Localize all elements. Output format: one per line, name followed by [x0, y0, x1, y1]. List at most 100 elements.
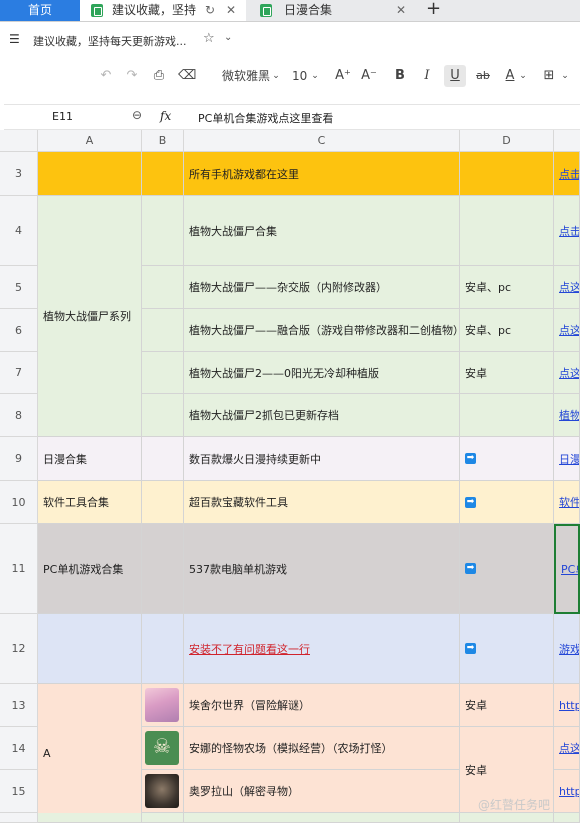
cell[interactable]: http: [554, 684, 580, 727]
cell[interactable]: [38, 813, 142, 823]
home-tab[interactable]: 首页: [0, 0, 80, 21]
cell-link[interactable]: PC单: [561, 561, 578, 577]
merged-cell[interactable]: A: [38, 684, 142, 823]
cell[interactable]: 游戏: [554, 614, 580, 684]
row-header[interactable]: 8: [0, 394, 38, 437]
cell[interactable]: 点这: [554, 266, 580, 309]
cell-link[interactable]: 点这: [559, 740, 579, 756]
shrink-font-button[interactable]: A⁻: [360, 60, 378, 92]
cell[interactable]: [142, 266, 184, 309]
clear-format-icon[interactable]: ⌫: [178, 60, 196, 92]
chevron-down-icon[interactable]: ⌄: [310, 60, 320, 92]
cell[interactable]: [38, 614, 142, 684]
row-header[interactable]: 15: [0, 770, 38, 813]
tab-document[interactable]: 建议收藏，坚持 ↻ ✕: [80, 0, 246, 21]
row-header[interactable]: 6: [0, 309, 38, 352]
cell[interactable]: ➡: [460, 614, 554, 684]
cell[interactable]: ➡: [460, 524, 554, 614]
cell[interactable]: [460, 152, 554, 196]
row-header[interactable]: 5: [0, 266, 38, 309]
cell[interactable]: [460, 196, 554, 266]
font-name-select[interactable]: 微软雅黑: [215, 60, 277, 92]
cell[interactable]: 安卓、pc: [460, 266, 554, 309]
cell[interactable]: 植物大战僵尸2抓包已更新存档: [184, 394, 460, 437]
close-icon[interactable]: ✕: [226, 0, 236, 21]
cell[interactable]: 植物大战僵尸——杂交版（内附修改器）: [184, 266, 460, 309]
select-all-corner[interactable]: [0, 130, 38, 152]
cell[interactable]: [184, 813, 460, 823]
cell[interactable]: ➡: [460, 481, 554, 524]
cell-link[interactable]: 点这: [559, 322, 579, 338]
row-header[interactable]: 11: [0, 524, 38, 614]
cell[interactable]: 数百款爆火日漫持续更新中: [184, 437, 460, 481]
cell[interactable]: 植物大战僵尸——融合版（游戏自带修改器和二创植物）: [184, 309, 460, 352]
row-header[interactable]: 9: [0, 437, 38, 481]
selected-cell[interactable]: PC单: [554, 524, 580, 614]
chevron-down-icon[interactable]: ⌄: [271, 60, 281, 92]
cell[interactable]: PC单机游戏合集: [38, 524, 142, 614]
cell[interactable]: 安卓: [460, 684, 554, 727]
column-header[interactable]: B: [142, 130, 184, 152]
cell[interactable]: 点击: [554, 152, 580, 196]
borders-icon[interactable]: ⊞: [541, 60, 557, 92]
column-header[interactable]: C: [184, 130, 460, 152]
cell-link[interactable]: http: [559, 699, 579, 712]
merged-cell[interactable]: 植物大战僵尸系列: [38, 196, 142, 437]
cell[interactable]: 植物大战僵尸合集: [184, 196, 460, 266]
cell[interactable]: [142, 352, 184, 394]
cell[interactable]: [142, 309, 184, 352]
cell-link[interactable]: 点这: [559, 279, 579, 295]
cell[interactable]: [142, 196, 184, 266]
font-color-button[interactable]: A: [502, 60, 518, 92]
cell[interactable]: 安装不了有问题看这一行: [184, 614, 460, 684]
cell[interactable]: 安卓: [460, 352, 554, 394]
menu-icon[interactable]: ☰: [9, 32, 20, 46]
row-header[interactable]: [0, 813, 38, 823]
cell[interactable]: 埃舍尔世界（冒险解谜）: [184, 684, 460, 727]
strikethrough-button[interactable]: ab: [474, 60, 492, 92]
row-header[interactable]: 4: [0, 196, 38, 266]
cell[interactable]: [142, 437, 184, 481]
cell[interactable]: 所有手机游戏都在这里: [184, 152, 460, 196]
new-tab-icon[interactable]: +: [426, 0, 441, 19]
chevron-down-icon[interactable]: ⌄: [560, 60, 570, 92]
cell-link[interactable]: 植物: [559, 407, 579, 423]
cell-link[interactable]: 游戏: [559, 641, 579, 657]
row-header[interactable]: 13: [0, 684, 38, 727]
font-size-select[interactable]: 10: [292, 60, 307, 92]
cell[interactable]: 537款电脑单机游戏: [184, 524, 460, 614]
cell-link[interactable]: 日漫: [559, 451, 579, 467]
star-icon[interactable]: ☆: [203, 31, 215, 46]
cell[interactable]: 奥罗拉山（解密寻物）: [184, 770, 460, 813]
underline-button[interactable]: U: [444, 65, 466, 87]
cell[interactable]: [460, 813, 554, 823]
cell[interactable]: [142, 614, 184, 684]
cell[interactable]: 点这: [554, 727, 580, 770]
cell[interactable]: 安娜的怪物农场（模拟经营）（农场打怪）: [184, 727, 460, 770]
cell[interactable]: ➡: [460, 437, 554, 481]
zoom-icon[interactable]: ⊖: [132, 108, 142, 122]
format-painter-icon[interactable]: ⎙: [150, 60, 168, 92]
bold-button[interactable]: B: [392, 60, 408, 92]
cell[interactable]: http: [554, 770, 580, 813]
italic-button[interactable]: I: [420, 60, 434, 92]
row-header[interactable]: 12: [0, 614, 38, 684]
grow-font-button[interactable]: A⁺: [334, 60, 352, 92]
cell[interactable]: [142, 481, 184, 524]
cell[interactable]: [142, 813, 184, 823]
cell-link[interactable]: 软件: [559, 494, 579, 510]
row-header[interactable]: 14: [0, 727, 38, 770]
redo-icon[interactable]: ↷: [124, 60, 140, 92]
cell[interactable]: 软件: [554, 481, 580, 524]
cell[interactable]: [142, 152, 184, 196]
cell[interactable]: [142, 770, 184, 813]
cell[interactable]: [142, 524, 184, 614]
row-header[interactable]: 3: [0, 152, 38, 196]
tab-rimanheji[interactable]: 日漫合集 ✕: [248, 0, 412, 21]
cell[interactable]: [460, 394, 554, 437]
chevron-down-icon[interactable]: ⌄: [518, 60, 528, 92]
row-header[interactable]: 10: [0, 481, 38, 524]
cell[interactable]: 软件工具合集: [38, 481, 142, 524]
document-title[interactable]: 建议收藏，坚持每天更新游戏...: [33, 33, 187, 49]
cell[interactable]: 点这: [554, 309, 580, 352]
